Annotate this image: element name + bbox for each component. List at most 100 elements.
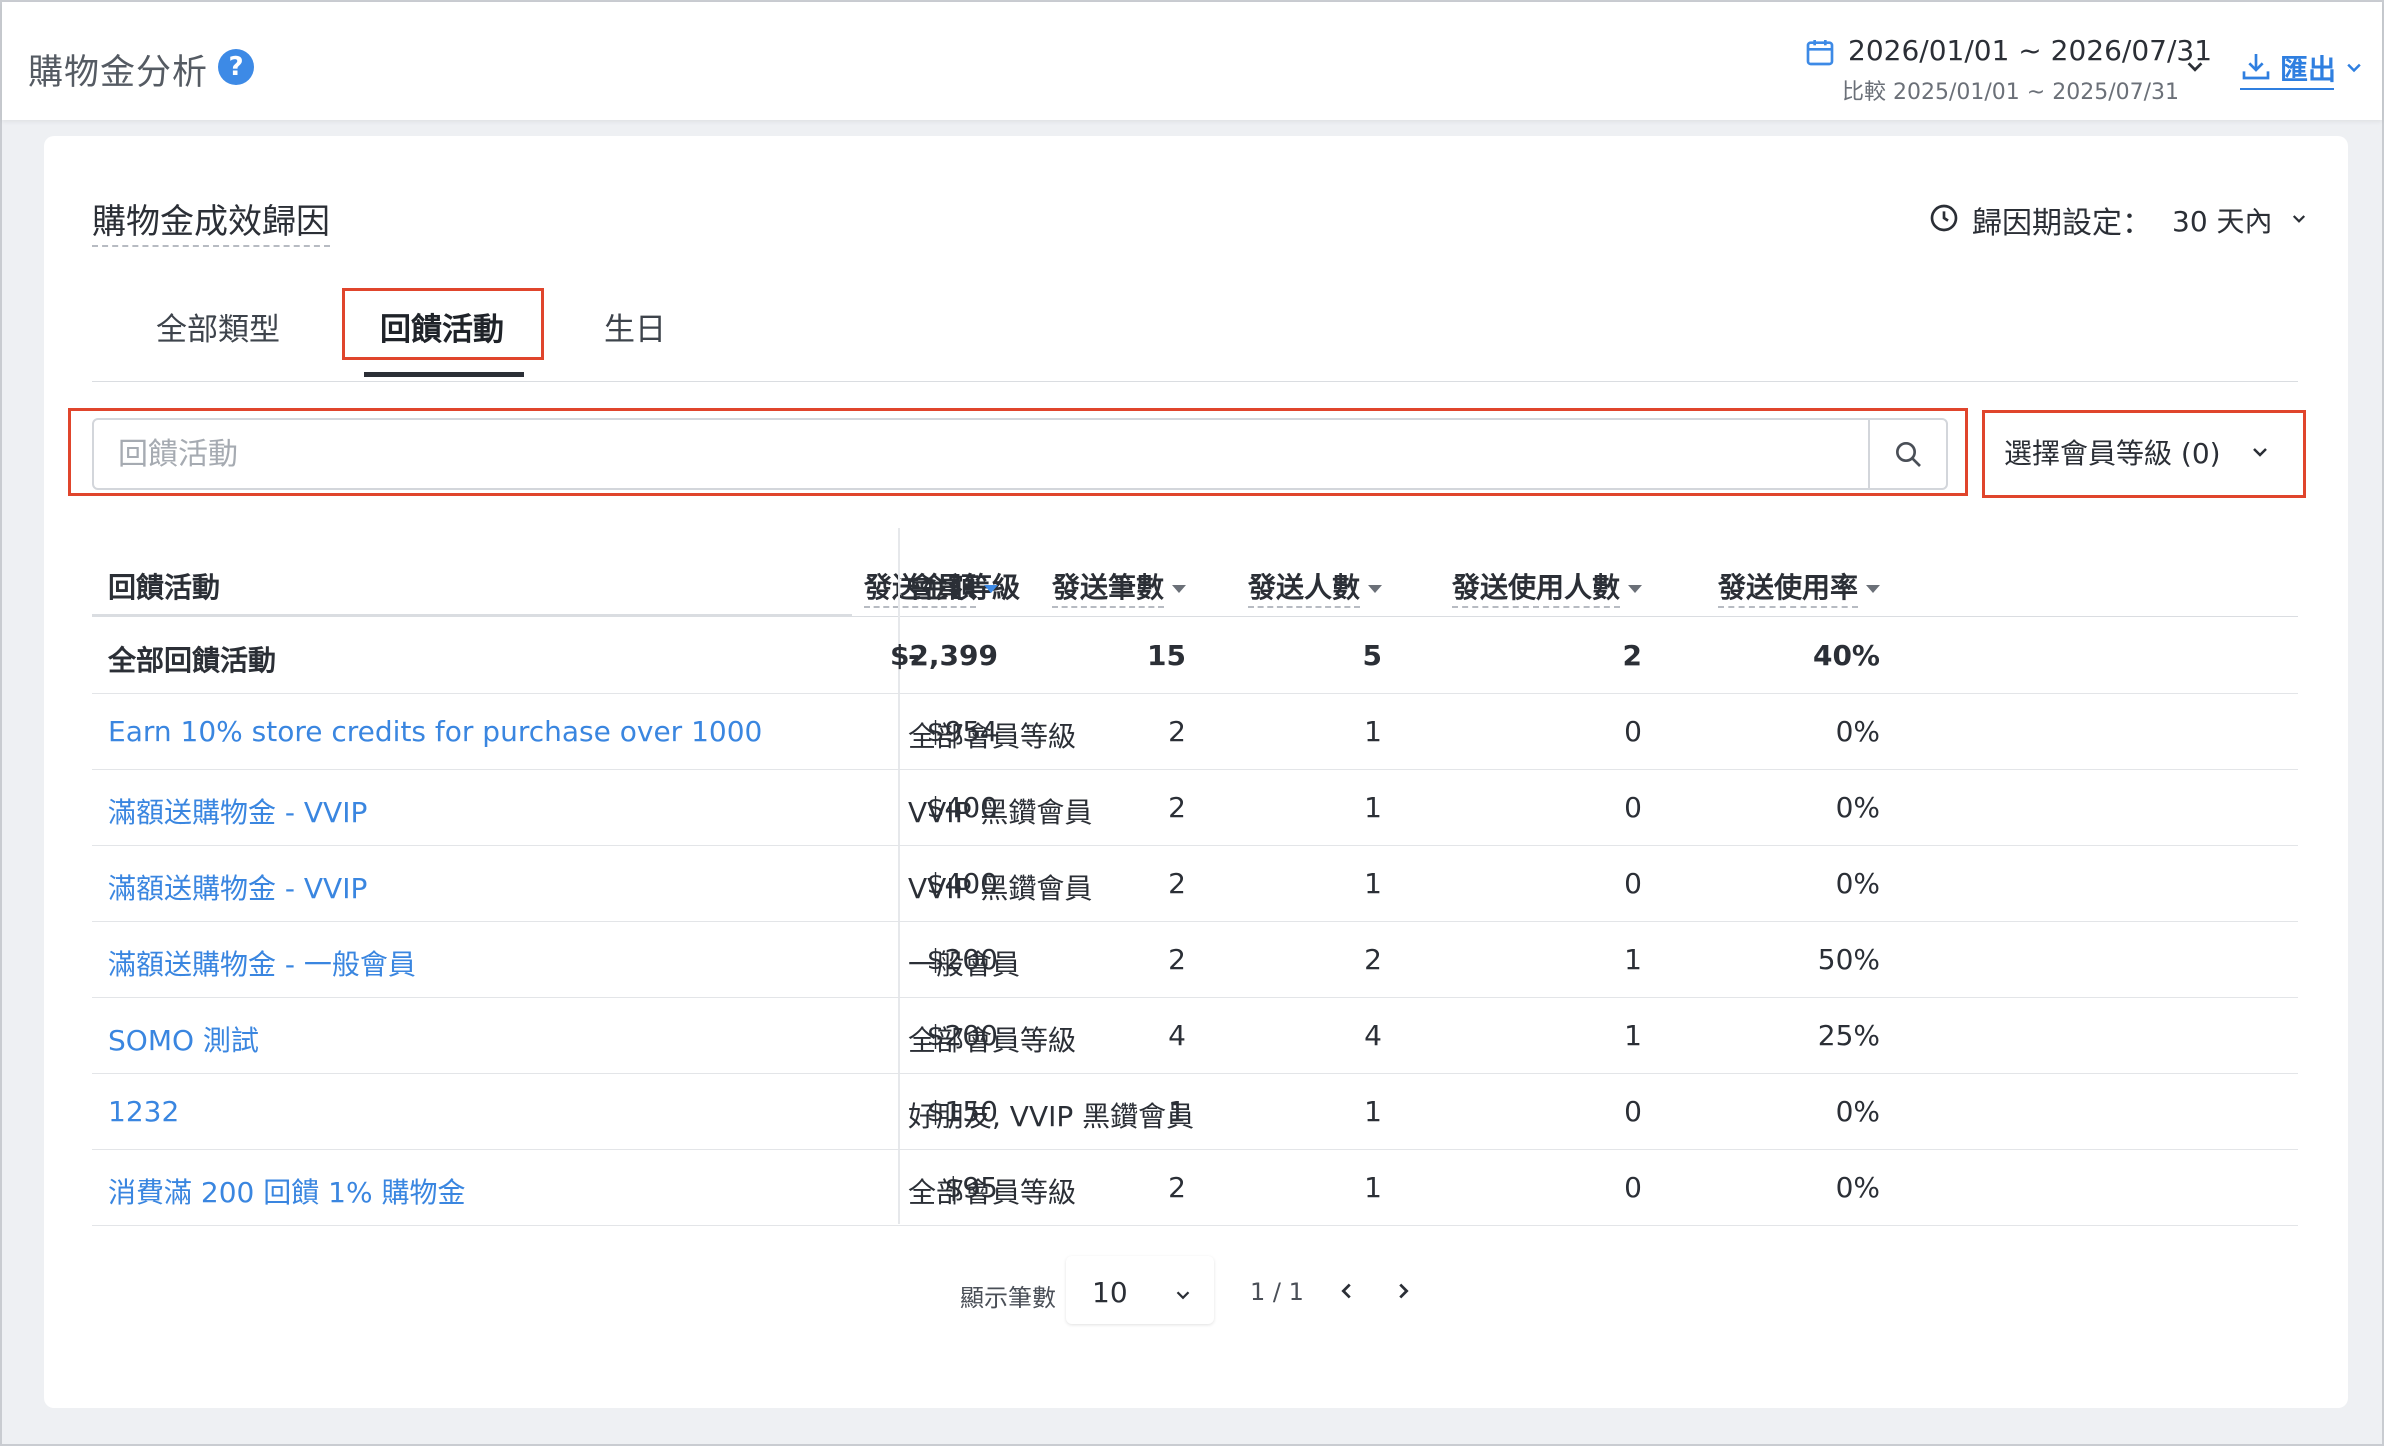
- cell-count: 2: [1168, 791, 1186, 824]
- search-box: [92, 418, 1948, 490]
- cell-count: 4: [1168, 1019, 1186, 1052]
- cell-rate: 0%: [1835, 715, 1880, 748]
- campaign-link[interactable]: 消費滿 200 回饋 1% 購物金: [108, 1171, 465, 1211]
- cell-rate: 0%: [1835, 1095, 1880, 1128]
- header-amount[interactable]: 發送金額: [863, 566, 998, 608]
- table-row: 滿額送購物金 - 一般會員 一般會員 $200 2 2 1 50%: [92, 921, 2298, 998]
- cell-rate: 0%: [1835, 867, 1880, 900]
- chevron-down-icon[interactable]: [2290, 210, 2308, 228]
- cell-used: 0: [1624, 791, 1642, 824]
- cell-people: 1: [1364, 867, 1382, 900]
- header-campaign: 回饋活動: [108, 571, 221, 604]
- member-level-select[interactable]: 選擇會員等級 (0): [2004, 432, 2221, 472]
- cell-used: 0: [1624, 1095, 1642, 1128]
- header-rate-label: 發送使用率: [1717, 571, 1858, 608]
- chevron-down-icon[interactable]: [2344, 58, 2364, 78]
- calendar-icon[interactable]: [1804, 36, 1836, 68]
- chevron-down-icon[interactable]: [2184, 56, 2206, 78]
- cell-amount: $95: [944, 1171, 998, 1204]
- search-input[interactable]: [96, 422, 1856, 486]
- cell-rate: 25%: [1817, 1019, 1880, 1052]
- clock-icon: [1930, 204, 1958, 232]
- page-info: 1 / 1: [1250, 1278, 1304, 1306]
- attribution-card: 購物金成效歸因 歸因期設定： 30 天內 全部類型 回饋活動 生日 選擇會員等級…: [44, 136, 2348, 1408]
- campaign-link[interactable]: SOMO 測試: [108, 1019, 259, 1059]
- header-used[interactable]: 發送使用人數: [1451, 566, 1642, 608]
- cell-people: 1: [1364, 1171, 1382, 1204]
- header-count[interactable]: 發送筆數: [1051, 566, 1186, 608]
- cell-used: 2: [1622, 639, 1642, 672]
- top-header: 購物金分析 ? 2026/01/01 ~ 2026/07/31 比較 2025/…: [2, 2, 2382, 120]
- cell-amount: $2,399: [889, 639, 998, 672]
- header-used-label: 發送使用人數: [1451, 571, 1620, 608]
- attribution-period-select[interactable]: 30 天內: [2172, 200, 2273, 240]
- chevron-right-icon[interactable]: [1392, 1280, 1414, 1302]
- page-size-value[interactable]: 10: [1092, 1276, 1128, 1309]
- sort-icon: [1628, 585, 1642, 593]
- active-tab-indicator: [364, 372, 524, 377]
- cell-rate: 50%: [1817, 943, 1880, 976]
- table-row: 滿額送購物金 - VVIP VVIP 黑鑽會員 $400 2 1 0 0%: [92, 845, 2298, 922]
- cell-amount: $150: [926, 1095, 998, 1128]
- question-circle-icon[interactable]: ?: [218, 49, 254, 85]
- table-row: 滿額送購物金 - VVIP VVIP 黑鑽會員 $400 2 1 0 0%: [92, 769, 2298, 846]
- cell-people: 1: [1364, 791, 1382, 824]
- cell-count: 2: [1168, 1171, 1186, 1204]
- attribution-label: 歸因期設定：: [1972, 206, 2152, 241]
- search-icon: [1896, 442, 1921, 467]
- table-row: 1232 好朋友, VVIP 黑鑽會員 $150 1 1 0 0%: [92, 1073, 2298, 1150]
- section-title: 購物金成效歸因: [92, 194, 330, 247]
- cell-amount: $200: [926, 943, 998, 976]
- export-underline: [2240, 88, 2334, 90]
- date-range[interactable]: 2026/01/01 ~ 2026/07/31: [1848, 34, 2212, 67]
- cell-rate: 0%: [1835, 1171, 1880, 1204]
- chevron-down-icon[interactable]: [1172, 1284, 1194, 1306]
- cell-people: 5: [1362, 639, 1382, 672]
- cell-used: 0: [1624, 1171, 1642, 1204]
- cell-rate: 0%: [1835, 791, 1880, 824]
- campaign-link[interactable]: Earn 10% store credits for purchase over…: [108, 715, 762, 748]
- export-button[interactable]: 匯出: [2280, 48, 2336, 88]
- cell-amount: $954: [926, 715, 998, 748]
- chevron-left-icon[interactable]: [1336, 1280, 1358, 1302]
- cell-count: 2: [1168, 715, 1186, 748]
- campaign-link[interactable]: 滿額送購物金 - VVIP: [108, 867, 367, 907]
- cell-count: 2: [1168, 867, 1186, 900]
- date-compare: 比較 2025/01/01 ~ 2025/07/31: [1842, 80, 2180, 105]
- sort-icon: [1368, 585, 1382, 593]
- table-row-total: 全部回饋活動 - $2,399 15 5 2 40%: [92, 617, 2298, 694]
- table-row: SOMO 測試 全部會員等級 $200 4 4 1 25%: [92, 997, 2298, 1074]
- cell-count: 1: [1168, 1095, 1186, 1128]
- campaign-link[interactable]: 1232: [108, 1095, 179, 1128]
- cell-used: 0: [1624, 867, 1642, 900]
- cell-rate: 40%: [1812, 639, 1880, 672]
- sort-icon: [1172, 585, 1186, 593]
- page-size-label: 顯示筆數: [960, 1284, 1056, 1312]
- search-button[interactable]: [1868, 420, 1946, 488]
- cell-amount: $400: [926, 867, 998, 900]
- table-row: 消費滿 200 回饋 1% 購物金 全部會員等級 $95 2 1 0 0%: [92, 1149, 2298, 1226]
- table-row: Earn 10% store credits for purchase over…: [92, 693, 2298, 770]
- header-people[interactable]: 發送人數: [1247, 566, 1382, 608]
- tab-birthday[interactable]: 生日: [604, 304, 666, 349]
- header-people-label: 發送人數: [1247, 571, 1360, 608]
- cell-used: 1: [1624, 943, 1642, 976]
- page-title: 購物金分析: [28, 53, 209, 93]
- header-rate[interactable]: 發送使用率: [1717, 566, 1880, 608]
- header-count-label: 發送筆數: [1051, 571, 1164, 608]
- cell-people: 4: [1364, 1019, 1382, 1052]
- header-amount-label: 發送金額: [863, 571, 976, 608]
- cell-used: 0: [1624, 715, 1642, 748]
- tab-all-types[interactable]: 全部類型: [156, 304, 280, 349]
- cell-used: 1: [1624, 1019, 1642, 1052]
- cell-count: 15: [1147, 639, 1186, 672]
- cell-people: 1: [1364, 1095, 1382, 1128]
- download-icon[interactable]: [2240, 50, 2272, 82]
- cell-amount: $400: [926, 791, 998, 824]
- campaign-link[interactable]: 滿額送購物金 - 一般會員: [108, 943, 416, 983]
- sort-desc-icon: [984, 585, 998, 593]
- cell-people: 2: [1364, 943, 1382, 976]
- cell-name: 全部回饋活動: [108, 644, 277, 677]
- campaign-link[interactable]: 滿額送購物金 - VVIP: [108, 791, 367, 831]
- chevron-down-icon[interactable]: [2248, 440, 2272, 464]
